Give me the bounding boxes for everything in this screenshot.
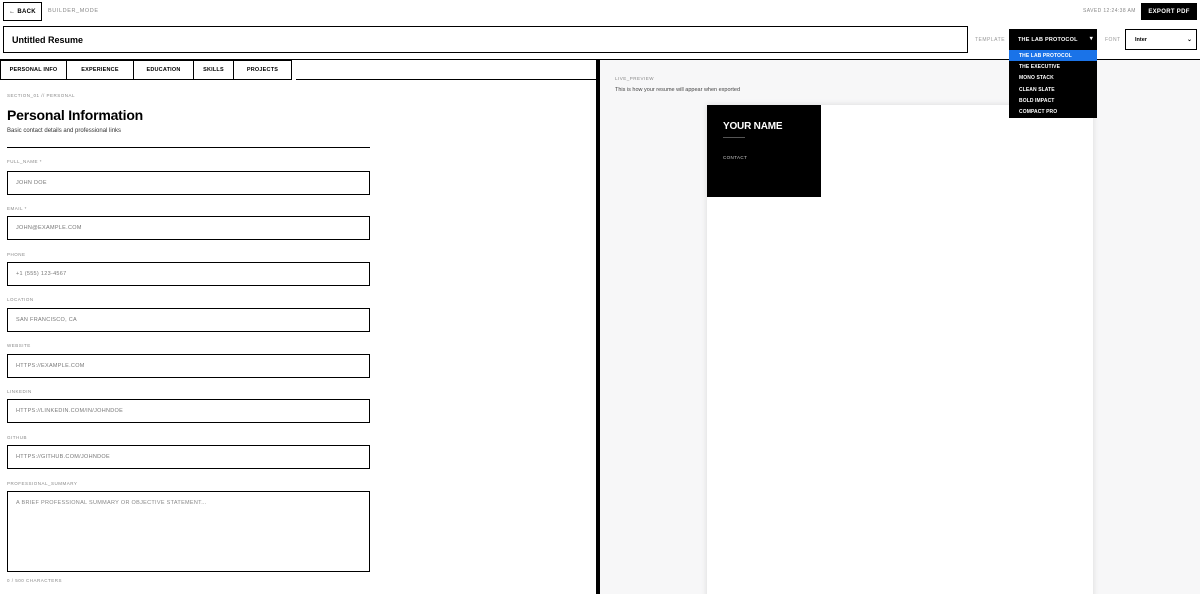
summary-label: PROFESSIONAL_SUMMARY [7, 481, 78, 486]
font-selected-value: Inter [1135, 36, 1147, 43]
chevron-down-icon: ▾ [1089, 36, 1093, 42]
font-label: FONT [1105, 37, 1121, 43]
export-pdf-button[interactable]: EXPORT PDF [1141, 3, 1197, 20]
website-label: WEBSITE [7, 343, 31, 348]
template-option[interactable]: BOLD IMPACT [1009, 95, 1097, 106]
website-field[interactable]: HTTPS://EXAMPLE.COM [7, 354, 370, 378]
template-select[interactable]: THE LAB PROTOCOL ▾ [1009, 29, 1097, 50]
page-title: Personal Information [7, 107, 144, 123]
full-name-field[interactable]: JOHN DOE [7, 171, 370, 195]
back-button[interactable]: ← BACK [3, 2, 42, 21]
template-option[interactable]: COMPACT PRO [1009, 106, 1097, 117]
tab-education[interactable]: EDUCATION [134, 60, 194, 80]
full-name-label: FULL_NAME * [7, 159, 43, 164]
tab-experience[interactable]: EXPERIENCE [67, 60, 134, 80]
template-label: TEMPLATE [975, 37, 1006, 43]
resume-header-block: YOUR NAME CONTACT [707, 105, 821, 197]
breadcrumb: SECTION_01 // PERSONAL [7, 93, 76, 98]
tab-divider [296, 79, 596, 80]
preview-label: LIVE_PREVIEW [615, 76, 655, 81]
template-selected-value: THE LAB PROTOCOL [1018, 36, 1078, 43]
resume-contact: CONTACT [723, 155, 748, 160]
preview-subtitle: This is how your resume will appear when… [615, 87, 741, 93]
template-option[interactable]: CLEAN SLATE [1009, 84, 1097, 95]
tab-projects[interactable]: PROJECTS [234, 60, 292, 80]
linkedin-field[interactable]: HTTPS://LINKEDIN.COM/IN/JOHNDOE [7, 399, 370, 423]
font-select[interactable]: Inter ⌄ [1125, 29, 1197, 50]
github-field[interactable]: HTTPS://GITHUB.COM/JOHNDOE [7, 445, 370, 469]
save-status: SAVED 12:24:38 AM [1083, 8, 1136, 14]
character-count: 0 / 500 CHARACTERS [7, 578, 63, 583]
page-subtitle: Basic contact details and professional l… [7, 128, 122, 134]
summary-textarea[interactable]: A BRIEF PROFESSIONAL SUMMARY OR OBJECTIV… [7, 491, 370, 572]
mode-label: BUILDER_MODE [48, 8, 99, 14]
section-divider [7, 147, 370, 148]
template-option[interactable]: THE LAB PROTOCOL [1009, 50, 1097, 62]
email-field[interactable]: JOHN@EXAMPLE.COM [7, 216, 370, 240]
github-label: GITHUB [7, 435, 28, 440]
location-field[interactable]: SAN FRANCISCO, CA [7, 308, 370, 332]
editor-panel: PERSONAL INFO EXPERIENCE EDUCATION SKILL… [0, 60, 596, 594]
top-bar: ← BACK BUILDER_MODE SAVED 12:24:38 AM EX… [0, 0, 1200, 24]
preview-panel: LIVE_PREVIEW This is how your resume wil… [600, 60, 1200, 594]
phone-field[interactable]: +1 (555) 123-4567 [7, 262, 370, 286]
resume-name: YOUR NAME [723, 121, 783, 132]
linkedin-label: LINKEDIN [7, 389, 32, 394]
resume-title-input[interactable]: Untitled Resume [3, 26, 968, 53]
resume-divider [723, 137, 745, 138]
chevron-down-icon: ⌄ [1186, 37, 1192, 43]
template-option[interactable]: THE EXECUTIVE [1009, 61, 1097, 72]
location-label: LOCATION [7, 297, 34, 302]
section-tabs: PERSONAL INFO EXPERIENCE EDUCATION SKILL… [0, 60, 292, 80]
template-option[interactable]: MONO STACK [1009, 73, 1097, 84]
email-label: EMAIL * [7, 206, 27, 211]
tab-skills[interactable]: SKILLS [194, 60, 234, 80]
tab-personal-info[interactable]: PERSONAL INFO [0, 60, 67, 80]
template-dropdown-menu: THE LAB PROTOCOL THE EXECUTIVE MONO STAC… [1009, 50, 1097, 118]
resume-preview-page: YOUR NAME CONTACT [707, 105, 1093, 594]
phone-label: PHONE [7, 252, 26, 257]
